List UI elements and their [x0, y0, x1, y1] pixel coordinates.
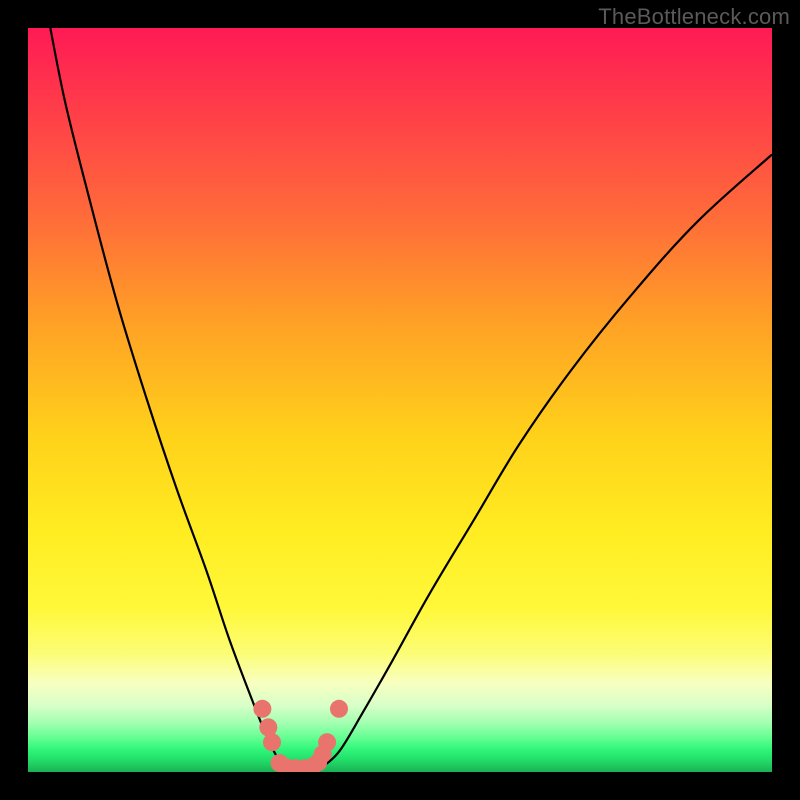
marker-cluster: [253, 700, 348, 772]
watermark-text: TheBottleneck.com: [598, 4, 790, 30]
data-point-marker: [330, 700, 348, 718]
data-point-marker: [263, 733, 281, 751]
data-point-marker: [318, 733, 336, 751]
chart-frame: TheBottleneck.com: [0, 0, 800, 800]
curve-right-branch: [318, 154, 772, 769]
data-point-marker: [253, 700, 271, 718]
curve-layer: [28, 28, 772, 772]
curve-left-branch: [50, 28, 292, 770]
plot-area: [28, 28, 772, 772]
